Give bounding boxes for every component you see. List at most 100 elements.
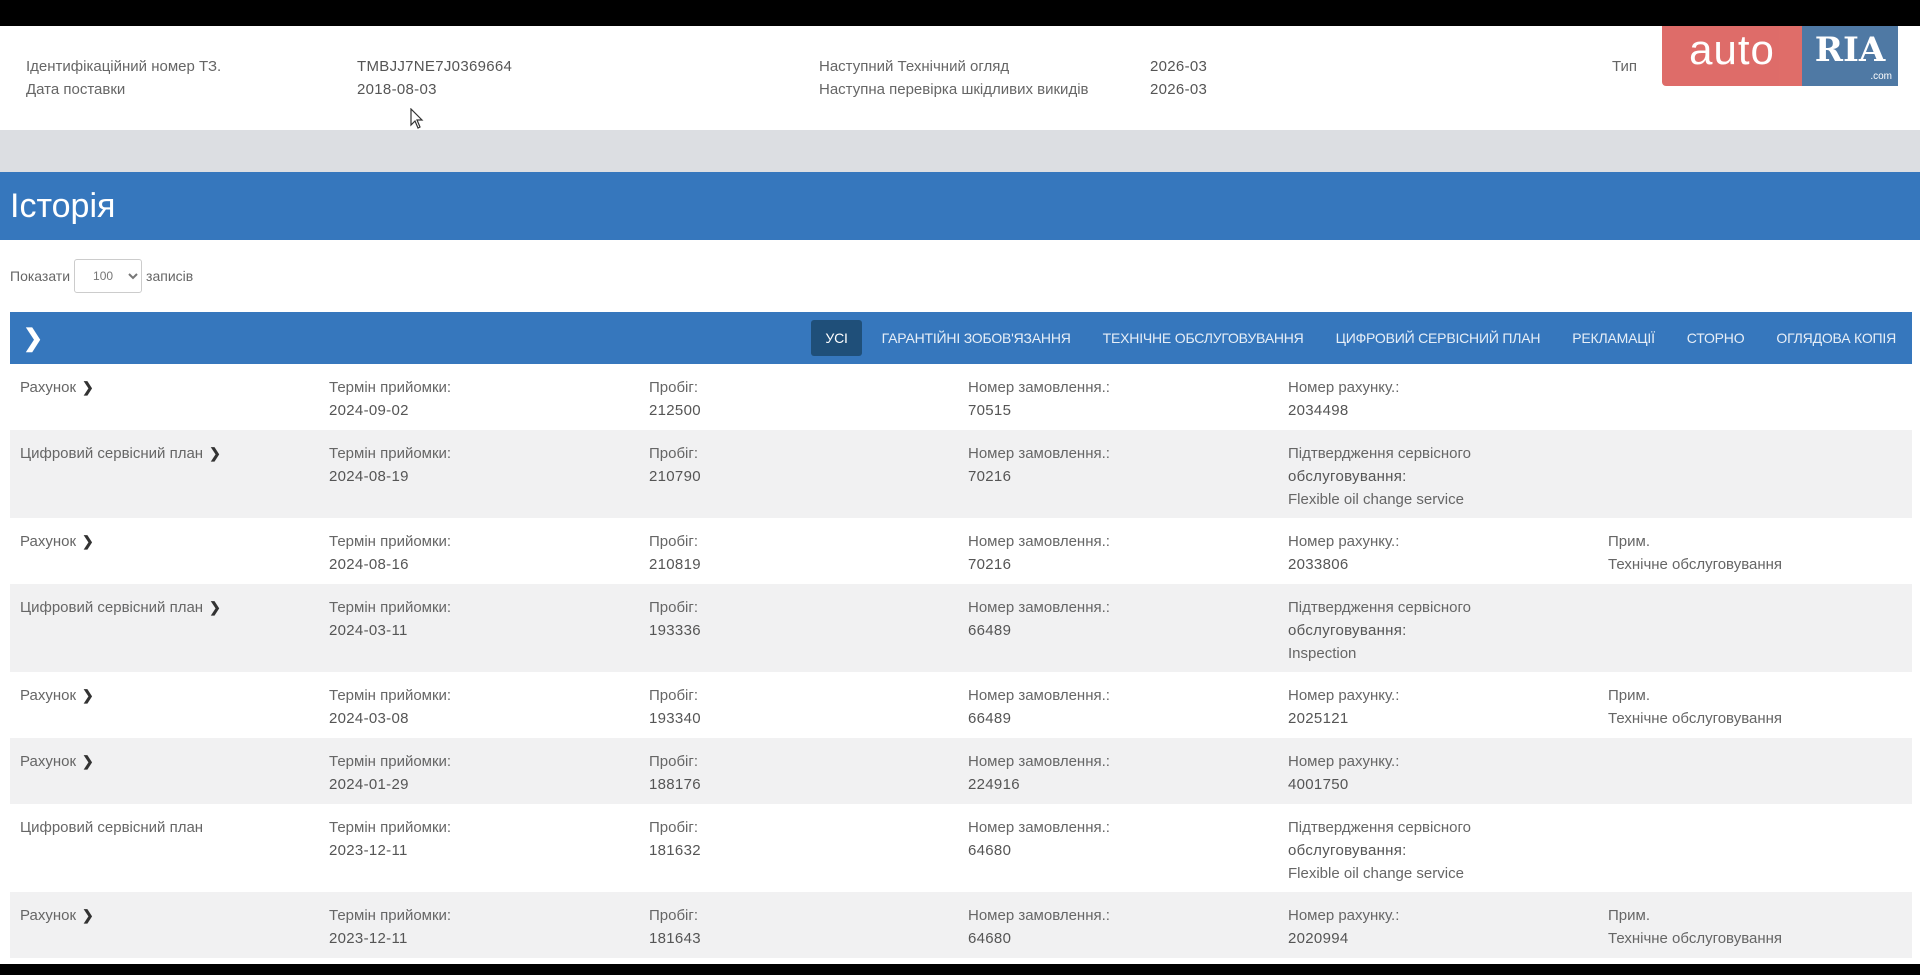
table-row: Рахунок ❯ Термін прийомки: 2024-08-16 Пробіг… [10, 518, 1912, 584]
vehicle-info: Ідентифікаційний номер ТЗ. TMBJJ7NE7J036… [0, 26, 1920, 130]
order-label: Номер замовлення.: [968, 819, 1110, 836]
record-type-link[interactable]: Цифровий сервісний план [20, 445, 203, 462]
tab-maintenance[interactable]: ТЕХНІЧНЕ ОБСЛУГОВУВАННЯ [1087, 320, 1320, 356]
chevron-right-icon[interactable]: ❯ [82, 530, 94, 553]
date-value: 2024-09-02 [329, 402, 409, 419]
mileage-label: Пробіг: [649, 907, 699, 924]
logo-com: .com [1870, 71, 1892, 82]
note-label: Прим. [1608, 533, 1650, 550]
note-cell: Прим. Технічне обслуговування [1608, 672, 1912, 738]
order-value: 64680 [968, 930, 1012, 947]
note-label: Прим. [1608, 907, 1650, 924]
date-label: Термін прийомки: [329, 599, 452, 616]
note-cell [1608, 738, 1912, 804]
invoice-cell: Номер рахунку.: 2033806 [1288, 518, 1608, 584]
note-cell [1608, 804, 1912, 892]
date-value: 2024-03-08 [329, 710, 409, 727]
page-frame: Ідентифікаційний номер ТЗ. TMBJJ7NE7J036… [0, 26, 1920, 964]
invoice-cell: Підтвердження сервісного обслуговування: F… [1288, 804, 1608, 892]
filter-tabs: УСІ ГАРАНТІЙНІ ЗОБОВ'ЯЗАННЯ ТЕХНІЧНЕ ОБС… [811, 312, 1912, 364]
chevron-right-icon[interactable]: ❯ [209, 596, 221, 619]
note-cell [1608, 364, 1912, 430]
note-label: Прим. [1608, 687, 1650, 704]
mileage-cell: Пробіг: 193340 [649, 672, 968, 738]
record-type-link[interactable]: Рахунок [20, 533, 76, 550]
record-type-cell: Рахунок ❯ [10, 738, 329, 804]
date-cell: Термін прийомки: 2023-12-11 [329, 804, 649, 892]
invoice-label: Підтвердження сервісного [1288, 445, 1471, 462]
page-length-control: Показати 100 записів [0, 240, 1920, 312]
mileage-value: 181632 [649, 842, 701, 859]
invoice-value: 2020994 [1288, 930, 1349, 947]
invoice-cell: Номер рахунку.: 4001750 [1288, 738, 1608, 804]
date-label: Термін прийомки: [329, 533, 452, 550]
tab-storno[interactable]: СТОРНО [1671, 320, 1761, 356]
record-type-link[interactable]: Цифровий сервісний план [20, 819, 203, 836]
expand-chevron-icon[interactable]: ❯ [22, 323, 44, 353]
order-label: Номер замовлення.: [968, 599, 1110, 616]
tab-claims[interactable]: РЕКЛАМАЦІЇ [1556, 320, 1671, 356]
mileage-value: 188176 [649, 776, 701, 793]
mileage-cell: Пробіг: 210819 [649, 518, 968, 584]
date-label: Термін прийомки: [329, 907, 452, 924]
chevron-right-icon[interactable]: ❯ [82, 750, 94, 773]
delivery-date-label: Дата поставки [26, 81, 126, 98]
mileage-value: 210819 [649, 556, 701, 573]
date-cell: Термін прийомки: 2024-08-16 [329, 518, 649, 584]
chevron-right-icon[interactable]: ❯ [82, 376, 94, 399]
date-value: 2024-08-19 [329, 468, 409, 485]
tab-digital-service-plan[interactable]: ЦИФРОВИЙ СЕРВІСНИЙ ПЛАН [1320, 320, 1557, 356]
mileage-value: 210790 [649, 468, 701, 485]
invoice-value: 2025121 [1288, 710, 1349, 727]
order-cell: Номер замовлення.: 66489 [968, 672, 1288, 738]
note-value: Технічне обслуговування [1608, 556, 1783, 573]
date-label: Термін прийомки: [329, 687, 452, 704]
mileage-cell: Пробіг: 193336 [649, 584, 968, 672]
table-row: Рахунок ❯ Термін прийомки: 2023-12-11 Пробіг… [10, 892, 1912, 958]
record-type-link[interactable]: Рахунок [20, 753, 76, 770]
date-value: 2023-12-11 [329, 842, 408, 859]
delivery-date-value: 2018-08-03 [357, 81, 437, 98]
invoice-cell: Номер рахунку.: 2020994 [1288, 892, 1608, 958]
tab-warranty[interactable]: ГАРАНТІЙНІ ЗОБОВ'ЯЗАННЯ [866, 320, 1087, 356]
invoice-cell: Підтвердження сервісного обслуговування: I… [1288, 584, 1608, 672]
invoice-label: Номер рахунку.: [1288, 533, 1400, 550]
next-emission-label: Наступна перевірка шкідливих викидів [819, 81, 1089, 98]
note-cell [1608, 584, 1912, 672]
date-label: Термін прийомки: [329, 379, 452, 396]
logo-auto: auto [1662, 26, 1802, 86]
date-label: Термін прийомки: [329, 753, 452, 770]
mileage-label: Пробіг: [649, 599, 699, 616]
table-row: Рахунок ❯ Термін прийомки: 2024-09-02 Пробіг… [10, 364, 1912, 430]
date-value: 2023-12-11 [329, 930, 408, 947]
record-type-link[interactable]: Рахунок [20, 687, 76, 704]
order-cell: Номер замовлення.: 64680 [968, 804, 1288, 892]
order-label: Номер замовлення.: [968, 907, 1110, 924]
invoice-cell: Підтвердження сервісного обслуговування: F… [1288, 430, 1608, 518]
invoice-label: Підтвердження сервісного [1288, 599, 1471, 616]
chevron-right-icon[interactable]: ❯ [82, 904, 94, 927]
record-type-link[interactable]: Цифровий сервісний план [20, 599, 203, 616]
invoice-cell: Номер рахунку.: 2034498 [1288, 364, 1608, 430]
date-cell: Термін прийомки: 2024-08-19 [329, 430, 649, 518]
record-type-link[interactable]: Рахунок [20, 907, 76, 924]
mileage-cell: Пробіг: 210790 [649, 430, 968, 518]
record-type-link[interactable]: Рахунок [20, 379, 76, 396]
order-label: Номер замовлення.: [968, 533, 1110, 550]
record-type-cell: Цифровий сервісний план ❯ [10, 584, 329, 672]
invoice-value: 4001750 [1288, 776, 1349, 793]
chevron-right-icon[interactable]: ❯ [82, 684, 94, 707]
tab-all[interactable]: УСІ [811, 320, 862, 356]
mileage-label: Пробіг: [649, 445, 699, 462]
table-row: Цифровий сервісний план Термін прийомки: 2… [10, 804, 1912, 892]
invoice-label: Номер рахунку.: [1288, 907, 1400, 924]
chevron-right-icon[interactable]: ❯ [209, 442, 221, 465]
invoice-value: 2033806 [1288, 556, 1349, 573]
mileage-label: Пробіг: [649, 687, 699, 704]
tab-review-copy[interactable]: ОГЛЯДОВА КОПІЯ [1760, 320, 1912, 356]
page-length-select[interactable]: 100 [74, 259, 143, 293]
mileage-label: Пробіг: [649, 533, 699, 550]
note-cell: Прим. Технічне обслуговування [1608, 892, 1912, 958]
date-cell: Термін прийомки: 2024-01-29 [329, 738, 649, 804]
service-confirmation-detail: Flexible oil change service [1288, 865, 1464, 882]
